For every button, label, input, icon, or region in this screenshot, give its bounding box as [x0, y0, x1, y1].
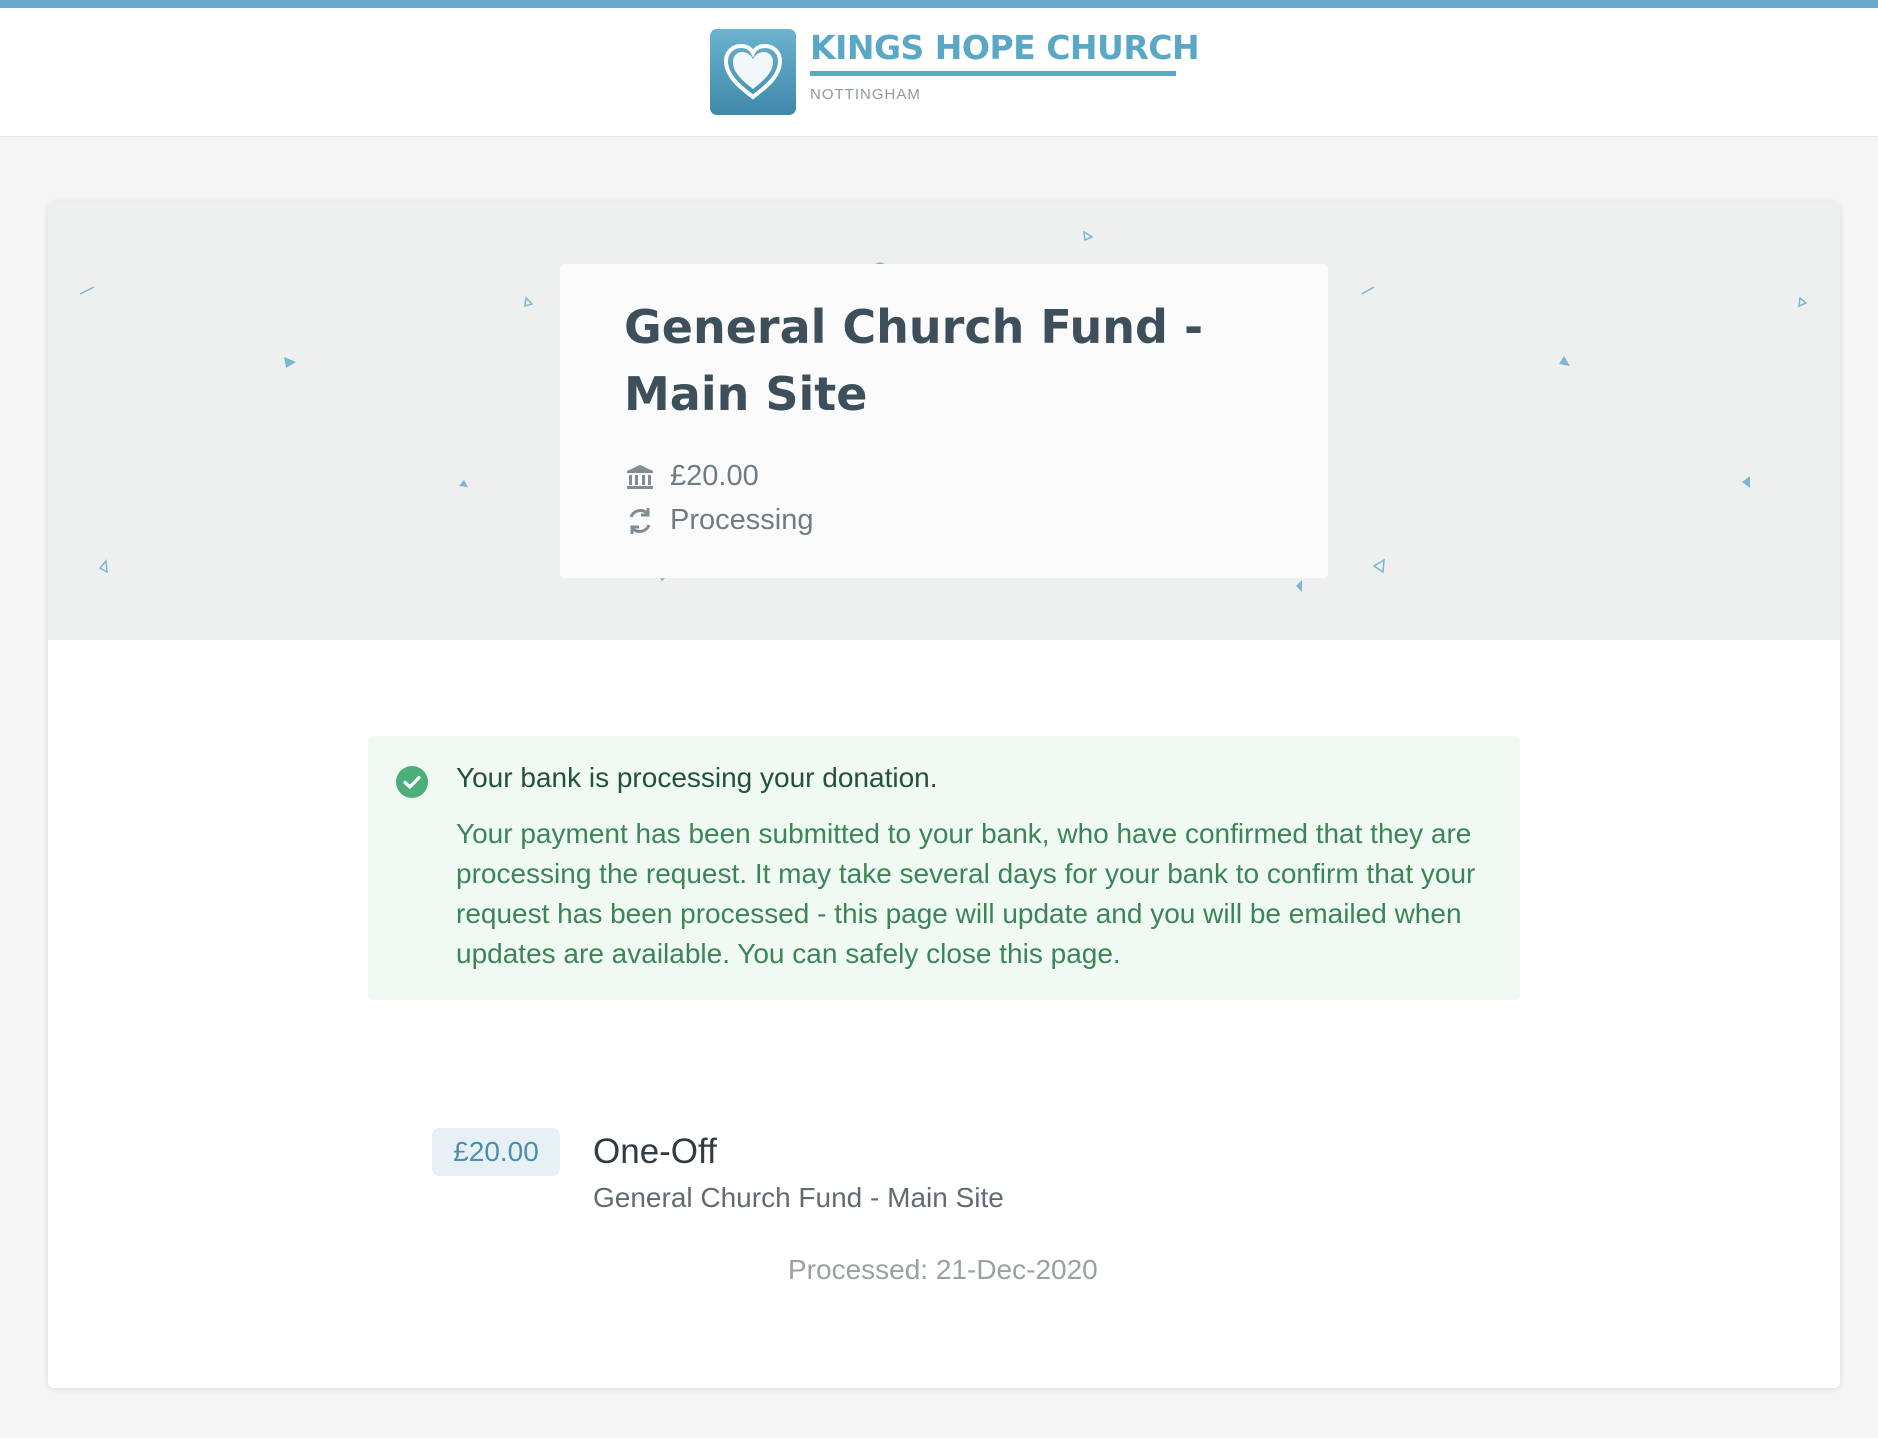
alert-message: Your payment has been submitted to your …	[456, 818, 1476, 969]
donation-card: General Church Fund - Main Site £20.00 P…	[48, 202, 1840, 1388]
summary-status: Processing	[670, 504, 814, 536]
summary-amount-row: £20.00	[624, 460, 759, 493]
summary-box: General Church Fund - Main Site £20.00 P…	[560, 264, 1328, 578]
heart-icon	[710, 29, 796, 115]
donation-fund-name: General Church Fund - Main Site	[593, 1182, 1004, 1213]
refresh-icon	[624, 505, 656, 537]
summary-status-row: Processing	[624, 504, 813, 537]
summary-amount: £20.00	[670, 460, 759, 492]
success-alert: Your bank is processing your donation. Y…	[368, 736, 1520, 1000]
org-location: NOTTINGHAM	[810, 86, 921, 103]
logo-underline	[810, 71, 1176, 76]
top-accent-bar	[0, 0, 1878, 8]
donation-frequency: One-Off	[593, 1132, 717, 1171]
org-name: KINGS HOPE CHURCH	[810, 28, 1200, 67]
alert-heading: Your bank is processing your donation.	[456, 762, 938, 793]
processed-date-value: 21-Dec-2020	[935, 1254, 1098, 1285]
bank-icon	[624, 461, 656, 493]
check-circle-icon	[396, 766, 428, 798]
donation-amount-badge: £20.00	[432, 1128, 560, 1176]
church-logo[interactable]: KINGS HOPE CHURCH NOTTINGHAM	[710, 28, 1200, 115]
processed-label: Processed:	[788, 1254, 929, 1285]
fund-title: General Church Fund - Main Site	[624, 300, 1204, 421]
processed-date: Processed: 21-Dec-2020	[788, 1254, 1098, 1286]
site-header: KINGS HOPE CHURCH NOTTINGHAM	[0, 8, 1878, 137]
summary-hero: General Church Fund - Main Site £20.00 P…	[48, 202, 1840, 640]
